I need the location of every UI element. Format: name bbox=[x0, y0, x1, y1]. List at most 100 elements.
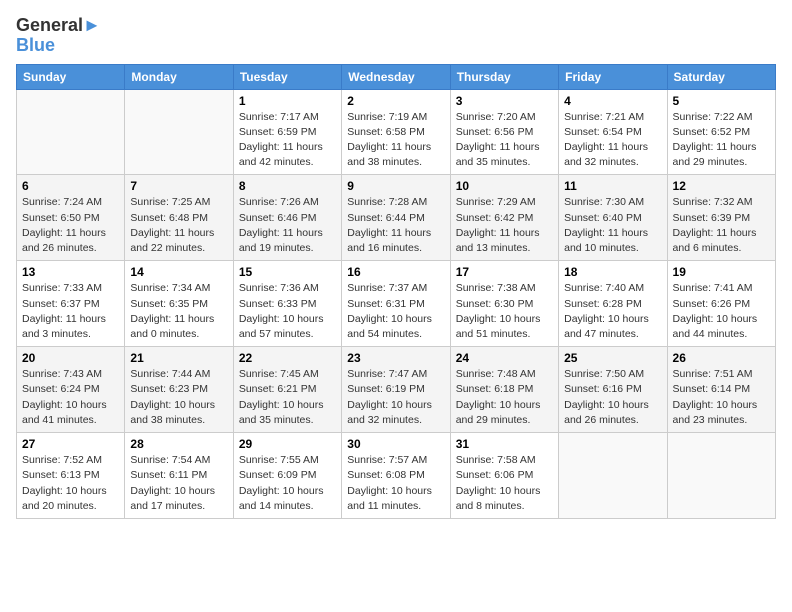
day-info: Sunrise: 7:47 AMSunset: 6:19 PMDaylight:… bbox=[347, 367, 444, 428]
day-info: Sunrise: 7:29 AMSunset: 6:42 PMDaylight:… bbox=[456, 195, 553, 256]
day-number: 1 bbox=[239, 94, 336, 108]
weekday-header-friday: Friday bbox=[559, 64, 667, 89]
calendar-cell: 14 Sunrise: 7:34 AMSunset: 6:35 PMDayligh… bbox=[125, 261, 233, 347]
day-info: Sunrise: 7:43 AMSunset: 6:24 PMDaylight:… bbox=[22, 367, 119, 428]
calendar-cell: 4 Sunrise: 7:21 AMSunset: 6:54 PMDaylight… bbox=[559, 89, 667, 175]
calendar-cell: 13Sunrise: 7:33 AMSunset: 6:37 PMDayligh… bbox=[17, 261, 125, 347]
day-number: 7 bbox=[130, 179, 227, 193]
calendar-cell: 15 Sunrise: 7:36 AMSunset: 6:33 PMDayligh… bbox=[233, 261, 341, 347]
calendar-cell: 31 Sunrise: 7:58 AMSunset: 6:06 PMDayligh… bbox=[450, 433, 558, 519]
day-info: Sunrise: 7:24 AMSunset: 6:50 PMDaylight:… bbox=[22, 195, 119, 256]
day-number: 4 bbox=[564, 94, 661, 108]
calendar-week-row: 13Sunrise: 7:33 AMSunset: 6:37 PMDayligh… bbox=[17, 261, 776, 347]
calendar-cell: 27 Sunrise: 7:52 AMSunset: 6:13 PMDayligh… bbox=[17, 433, 125, 519]
day-info: Sunrise: 7:34 AMSunset: 6:35 PMDaylight:… bbox=[130, 281, 227, 342]
calendar-cell: 20 Sunrise: 7:43 AMSunset: 6:24 PMDayligh… bbox=[17, 347, 125, 433]
calendar-cell: 26Sunrise: 7:51 AMSunset: 6:14 PMDayligh… bbox=[667, 347, 775, 433]
weekday-header-thursday: Thursday bbox=[450, 64, 558, 89]
calendar-cell: 9Sunrise: 7:28 AMSunset: 6:44 PMDaylight… bbox=[342, 175, 450, 261]
day-number: 31 bbox=[456, 437, 553, 451]
day-info: Sunrise: 7:45 AMSunset: 6:21 PMDaylight:… bbox=[239, 367, 336, 428]
day-number: 18 bbox=[564, 265, 661, 279]
day-info: Sunrise: 7:52 AMSunset: 6:13 PMDaylight:… bbox=[22, 453, 119, 514]
weekday-header-saturday: Saturday bbox=[667, 64, 775, 89]
day-info: Sunrise: 7:37 AMSunset: 6:31 PMDaylight:… bbox=[347, 281, 444, 342]
day-info: Sunrise: 7:50 AMSunset: 6:16 PMDaylight:… bbox=[564, 367, 661, 428]
calendar-cell: 25 Sunrise: 7:50 AMSunset: 6:16 PMDayligh… bbox=[559, 347, 667, 433]
day-info: Sunrise: 7:20 AMSunset: 6:56 PMDaylight:… bbox=[456, 110, 553, 171]
day-info: Sunrise: 7:25 AMSunset: 6:48 PMDaylight:… bbox=[130, 195, 227, 256]
day-number: 29 bbox=[239, 437, 336, 451]
calendar-cell: 29 Sunrise: 7:55 AMSunset: 6:09 PMDayligh… bbox=[233, 433, 341, 519]
day-info: Sunrise: 7:48 AMSunset: 6:18 PMDaylight:… bbox=[456, 367, 553, 428]
calendar-cell: 2Sunrise: 7:19 AMSunset: 6:58 PMDaylight… bbox=[342, 89, 450, 175]
day-info: Sunrise: 7:17 AMSunset: 6:59 PMDaylight:… bbox=[239, 110, 336, 171]
calendar-cell bbox=[667, 433, 775, 519]
day-number: 28 bbox=[130, 437, 227, 451]
day-number: 12 bbox=[673, 179, 770, 193]
day-number: 8 bbox=[239, 179, 336, 193]
calendar-cell: 1 Sunrise: 7:17 AMSunset: 6:59 PMDaylight… bbox=[233, 89, 341, 175]
day-info: Sunrise: 7:58 AMSunset: 6:06 PMDaylight:… bbox=[456, 453, 553, 514]
calendar-cell: 21 Sunrise: 7:44 AMSunset: 6:23 PMDayligh… bbox=[125, 347, 233, 433]
calendar-cell: 5 Sunrise: 7:22 AMSunset: 6:52 PMDaylight… bbox=[667, 89, 775, 175]
calendar-cell: 16 Sunrise: 7:37 AMSunset: 6:31 PMDayligh… bbox=[342, 261, 450, 347]
day-info: Sunrise: 7:44 AMSunset: 6:23 PMDaylight:… bbox=[130, 367, 227, 428]
day-number: 6 bbox=[22, 179, 119, 193]
calendar-cell bbox=[559, 433, 667, 519]
calendar-cell: 11Sunrise: 7:30 AMSunset: 6:40 PMDayligh… bbox=[559, 175, 667, 261]
day-info: Sunrise: 7:36 AMSunset: 6:33 PMDaylight:… bbox=[239, 281, 336, 342]
day-info: Sunrise: 7:26 AMSunset: 6:46 PMDaylight:… bbox=[239, 195, 336, 256]
day-number: 25 bbox=[564, 351, 661, 365]
day-number: 19 bbox=[673, 265, 770, 279]
calendar-cell bbox=[17, 89, 125, 175]
calendar-cell: 23 Sunrise: 7:47 AMSunset: 6:19 PMDayligh… bbox=[342, 347, 450, 433]
day-info: Sunrise: 7:54 AMSunset: 6:11 PMDaylight:… bbox=[130, 453, 227, 514]
calendar-cell: 19 Sunrise: 7:41 AMSunset: 6:26 PMDayligh… bbox=[667, 261, 775, 347]
logo: General► Blue bbox=[16, 16, 101, 56]
day-number: 5 bbox=[673, 94, 770, 108]
calendar-cell: 17 Sunrise: 7:38 AMSunset: 6:30 PMDayligh… bbox=[450, 261, 558, 347]
day-info: Sunrise: 7:22 AMSunset: 6:52 PMDaylight:… bbox=[673, 110, 770, 171]
calendar-week-row: 20 Sunrise: 7:43 AMSunset: 6:24 PMDayligh… bbox=[17, 347, 776, 433]
calendar-cell: 30 Sunrise: 7:57 AMSunset: 6:08 PMDayligh… bbox=[342, 433, 450, 519]
day-number: 14 bbox=[130, 265, 227, 279]
weekday-header-monday: Monday bbox=[125, 64, 233, 89]
calendar-cell: 3 Sunrise: 7:20 AMSunset: 6:56 PMDaylight… bbox=[450, 89, 558, 175]
calendar-cell: 24 Sunrise: 7:48 AMSunset: 6:18 PMDayligh… bbox=[450, 347, 558, 433]
day-number: 15 bbox=[239, 265, 336, 279]
calendar-cell: 7 Sunrise: 7:25 AMSunset: 6:48 PMDaylight… bbox=[125, 175, 233, 261]
calendar-week-row: 6 Sunrise: 7:24 AMSunset: 6:50 PMDaylight… bbox=[17, 175, 776, 261]
calendar-cell: 6 Sunrise: 7:24 AMSunset: 6:50 PMDaylight… bbox=[17, 175, 125, 261]
day-info: Sunrise: 7:57 AMSunset: 6:08 PMDaylight:… bbox=[347, 453, 444, 514]
day-info: Sunrise: 7:21 AMSunset: 6:54 PMDaylight:… bbox=[564, 110, 661, 171]
calendar-cell: 18Sunrise: 7:40 AMSunset: 6:28 PMDayligh… bbox=[559, 261, 667, 347]
calendar-cell bbox=[125, 89, 233, 175]
day-number: 20 bbox=[22, 351, 119, 365]
weekday-header-sunday: Sunday bbox=[17, 64, 125, 89]
day-number: 21 bbox=[130, 351, 227, 365]
day-number: 23 bbox=[347, 351, 444, 365]
day-number: 16 bbox=[347, 265, 444, 279]
calendar-cell: 12 Sunrise: 7:32 AMSunset: 6:39 PMDayligh… bbox=[667, 175, 775, 261]
page-header: General► Blue bbox=[16, 16, 776, 56]
day-info: Sunrise: 7:32 AMSunset: 6:39 PMDaylight:… bbox=[673, 195, 770, 256]
day-number: 11 bbox=[564, 179, 661, 193]
day-number: 22 bbox=[239, 351, 336, 365]
day-number: 2 bbox=[347, 94, 444, 108]
calendar-cell: 28 Sunrise: 7:54 AMSunset: 6:11 PMDayligh… bbox=[125, 433, 233, 519]
day-number: 30 bbox=[347, 437, 444, 451]
day-number: 24 bbox=[456, 351, 553, 365]
calendar-table: SundayMondayTuesdayWednesdayThursdayFrid… bbox=[16, 64, 776, 519]
day-info: Sunrise: 7:38 AMSunset: 6:30 PMDaylight:… bbox=[456, 281, 553, 342]
day-info: Sunrise: 7:55 AMSunset: 6:09 PMDaylight:… bbox=[239, 453, 336, 514]
day-info: Sunrise: 7:33 AMSunset: 6:37 PMDaylight:… bbox=[22, 281, 119, 342]
day-number: 17 bbox=[456, 265, 553, 279]
day-number: 3 bbox=[456, 94, 553, 108]
day-number: 9 bbox=[347, 179, 444, 193]
day-info: Sunrise: 7:41 AMSunset: 6:26 PMDaylight:… bbox=[673, 281, 770, 342]
weekday-header-row: SundayMondayTuesdayWednesdayThursdayFrid… bbox=[17, 64, 776, 89]
day-number: 26 bbox=[673, 351, 770, 365]
day-number: 27 bbox=[22, 437, 119, 451]
calendar-cell: 10Sunrise: 7:29 AMSunset: 6:42 PMDayligh… bbox=[450, 175, 558, 261]
